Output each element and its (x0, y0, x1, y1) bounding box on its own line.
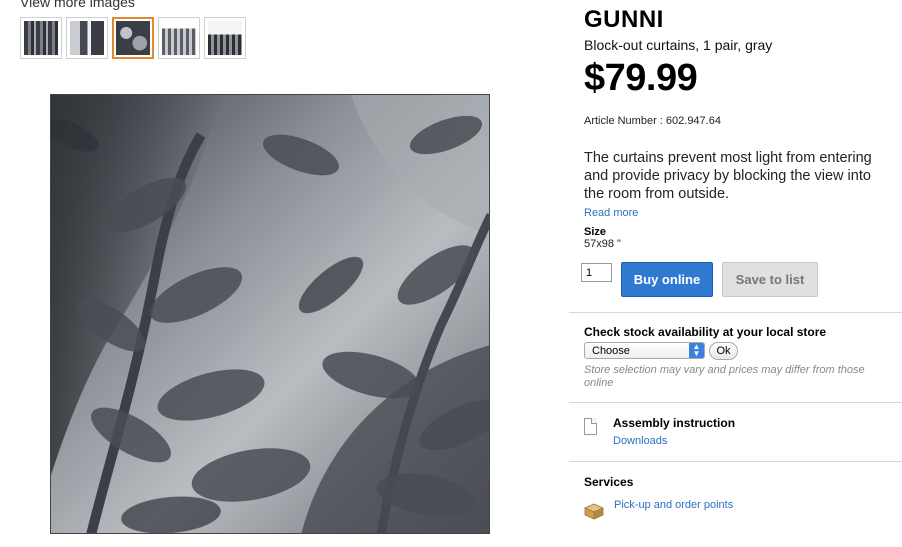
product-price: $79.99 (584, 57, 698, 99)
article-number: Article Number : 602.947.64 (584, 115, 721, 127)
thumbnail-fabric-closeup[interactable] (112, 17, 154, 59)
divider (569, 402, 902, 403)
pickup-order-points-link[interactable]: Pick-up and order points (614, 499, 734, 512)
buy-online-button[interactable]: Buy online (621, 262, 713, 297)
thumbnail-image (24, 21, 58, 55)
thumbnail-image (162, 21, 196, 55)
thumbnail-curtain-hem[interactable] (204, 17, 246, 59)
store-select[interactable]: Choose ▲ ▼ (584, 342, 705, 359)
document-icon (584, 418, 597, 435)
store-selection-note: Store selection may vary and prices may … (584, 364, 865, 389)
package-icon (584, 503, 604, 520)
thumbnail-curtain-pair-front[interactable] (20, 17, 62, 59)
save-to-list-button[interactable]: Save to list (722, 262, 818, 297)
downloads-link[interactable]: Downloads (613, 435, 667, 447)
thumbnail-image (116, 21, 150, 55)
view-more-images-label: View more images (20, 0, 135, 10)
product-main-image[interactable] (50, 94, 490, 534)
chevron-updown-icon: ▲ ▼ (689, 343, 704, 358)
thumbnail-strip (20, 17, 246, 59)
stock-availability-title: Check stock availability at your local s… (584, 325, 827, 339)
thumbnail-image (70, 21, 104, 55)
thumbnail-curtain-in-room[interactable] (66, 17, 108, 59)
divider (569, 312, 902, 313)
divider (569, 461, 902, 462)
store-select-value: Choose (592, 344, 630, 357)
product-description: The curtains prevent most light from ent… (584, 150, 872, 202)
fabric-leaf-pattern (51, 95, 489, 533)
assembly-instruction-title: Assembly instruction (613, 416, 736, 430)
product-name: GUNNI (584, 6, 664, 33)
thumbnail-curtain-heading[interactable] (158, 17, 200, 59)
size-label: Size (584, 226, 607, 238)
quantity-input[interactable] (581, 263, 612, 282)
size-value: 57x98 " (584, 238, 621, 250)
thumbnail-image (208, 21, 242, 55)
services-title: Services (584, 475, 634, 489)
read-more-link[interactable]: Read more (584, 207, 638, 219)
product-subtitle: Block-out curtains, 1 pair, gray (584, 37, 773, 53)
ok-button[interactable]: Ok (709, 342, 738, 360)
